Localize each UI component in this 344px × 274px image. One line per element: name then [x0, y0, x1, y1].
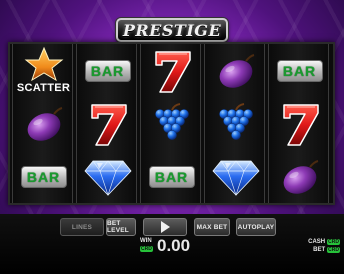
reel-cell: BAR [13, 150, 74, 203]
reel-cell [77, 150, 138, 203]
win-amount: 0.00 [157, 236, 191, 255]
scatter-symbol-label: SCATTER [16, 81, 71, 94]
bar-symbol-label: BAR [26, 168, 61, 185]
cash-currency-badge: CRD [327, 239, 340, 245]
reel-cell: BAR [77, 44, 138, 97]
scatter-symbol: SCATTER [16, 46, 72, 96]
win-currency-badge: CRD [140, 246, 153, 252]
game-title-plaque: PRESTIGE [116, 18, 228, 42]
win-label: WIN [140, 238, 152, 244]
star-icon [24, 46, 63, 81]
grapes-symbol [154, 102, 189, 140]
reel-4 [204, 44, 265, 203]
bar-symbol-label: BAR [154, 168, 189, 185]
lines-button[interactable]: LINES [60, 218, 104, 236]
plum-symbol [283, 159, 318, 194]
bet-level-button[interactable]: BET LEVEL [106, 218, 136, 236]
autoplay-button[interactable]: AUTOPLAY [236, 218, 276, 236]
seven-symbol [90, 103, 127, 146]
spin-button[interactable] [143, 218, 187, 236]
bar-symbol: BAR [20, 165, 67, 188]
reel-5: BAR [268, 44, 329, 203]
lines-button-label: LINES [71, 223, 93, 231]
diamond-symbol [83, 160, 132, 196]
reel-cell [205, 150, 266, 203]
game-title: PRESTIGE [122, 20, 222, 40]
bar-symbol-label: BAR [282, 62, 317, 79]
max-bet-button-label: MAX BET [196, 223, 228, 231]
reel-cell [13, 97, 74, 150]
reel-cell [141, 44, 202, 97]
play-icon [160, 221, 170, 233]
bet-label: BET [313, 247, 326, 253]
reel-2: BAR [76, 44, 137, 203]
seven-symbol [282, 103, 319, 146]
grapes-symbol [218, 102, 253, 140]
reel-cell [205, 44, 266, 97]
max-bet-button[interactable]: MAX BET [194, 218, 230, 236]
bar-symbol: BAR [84, 59, 131, 82]
balance-info: CASH CRD BET CRD [308, 238, 340, 254]
plum-symbol [27, 106, 62, 141]
cash-label: CASH [308, 239, 326, 245]
reel-3: BAR [140, 44, 201, 203]
reel-cell [77, 97, 138, 150]
reel-cell [269, 97, 330, 150]
autoplay-button-label: AUTOPLAY [237, 223, 275, 231]
reel-cell [205, 97, 266, 150]
bar-symbol: BAR [148, 165, 195, 188]
reel-cell: BAR [141, 150, 202, 203]
seven-symbol [154, 50, 191, 93]
diamond-symbol [211, 160, 260, 196]
reel-1: SCATTER BAR [12, 44, 73, 203]
bar-symbol: BAR [276, 59, 323, 82]
reel-cell [269, 150, 330, 203]
reel-cell [141, 97, 202, 150]
bet-currency-badge: CRD [327, 247, 340, 253]
bar-symbol-label: BAR [90, 62, 125, 79]
bet-level-button-label: BET LEVEL [107, 220, 129, 234]
game-screen: PRESTIGE SCATTER BAR BAR BAR BAR LINES BET L… [0, 0, 344, 274]
reel-cell: SCATTER [13, 44, 74, 97]
plum-symbol [219, 53, 254, 88]
reels-area: SCATTER BAR BAR BAR BAR [8, 42, 335, 205]
reel-cell: BAR [269, 44, 330, 97]
